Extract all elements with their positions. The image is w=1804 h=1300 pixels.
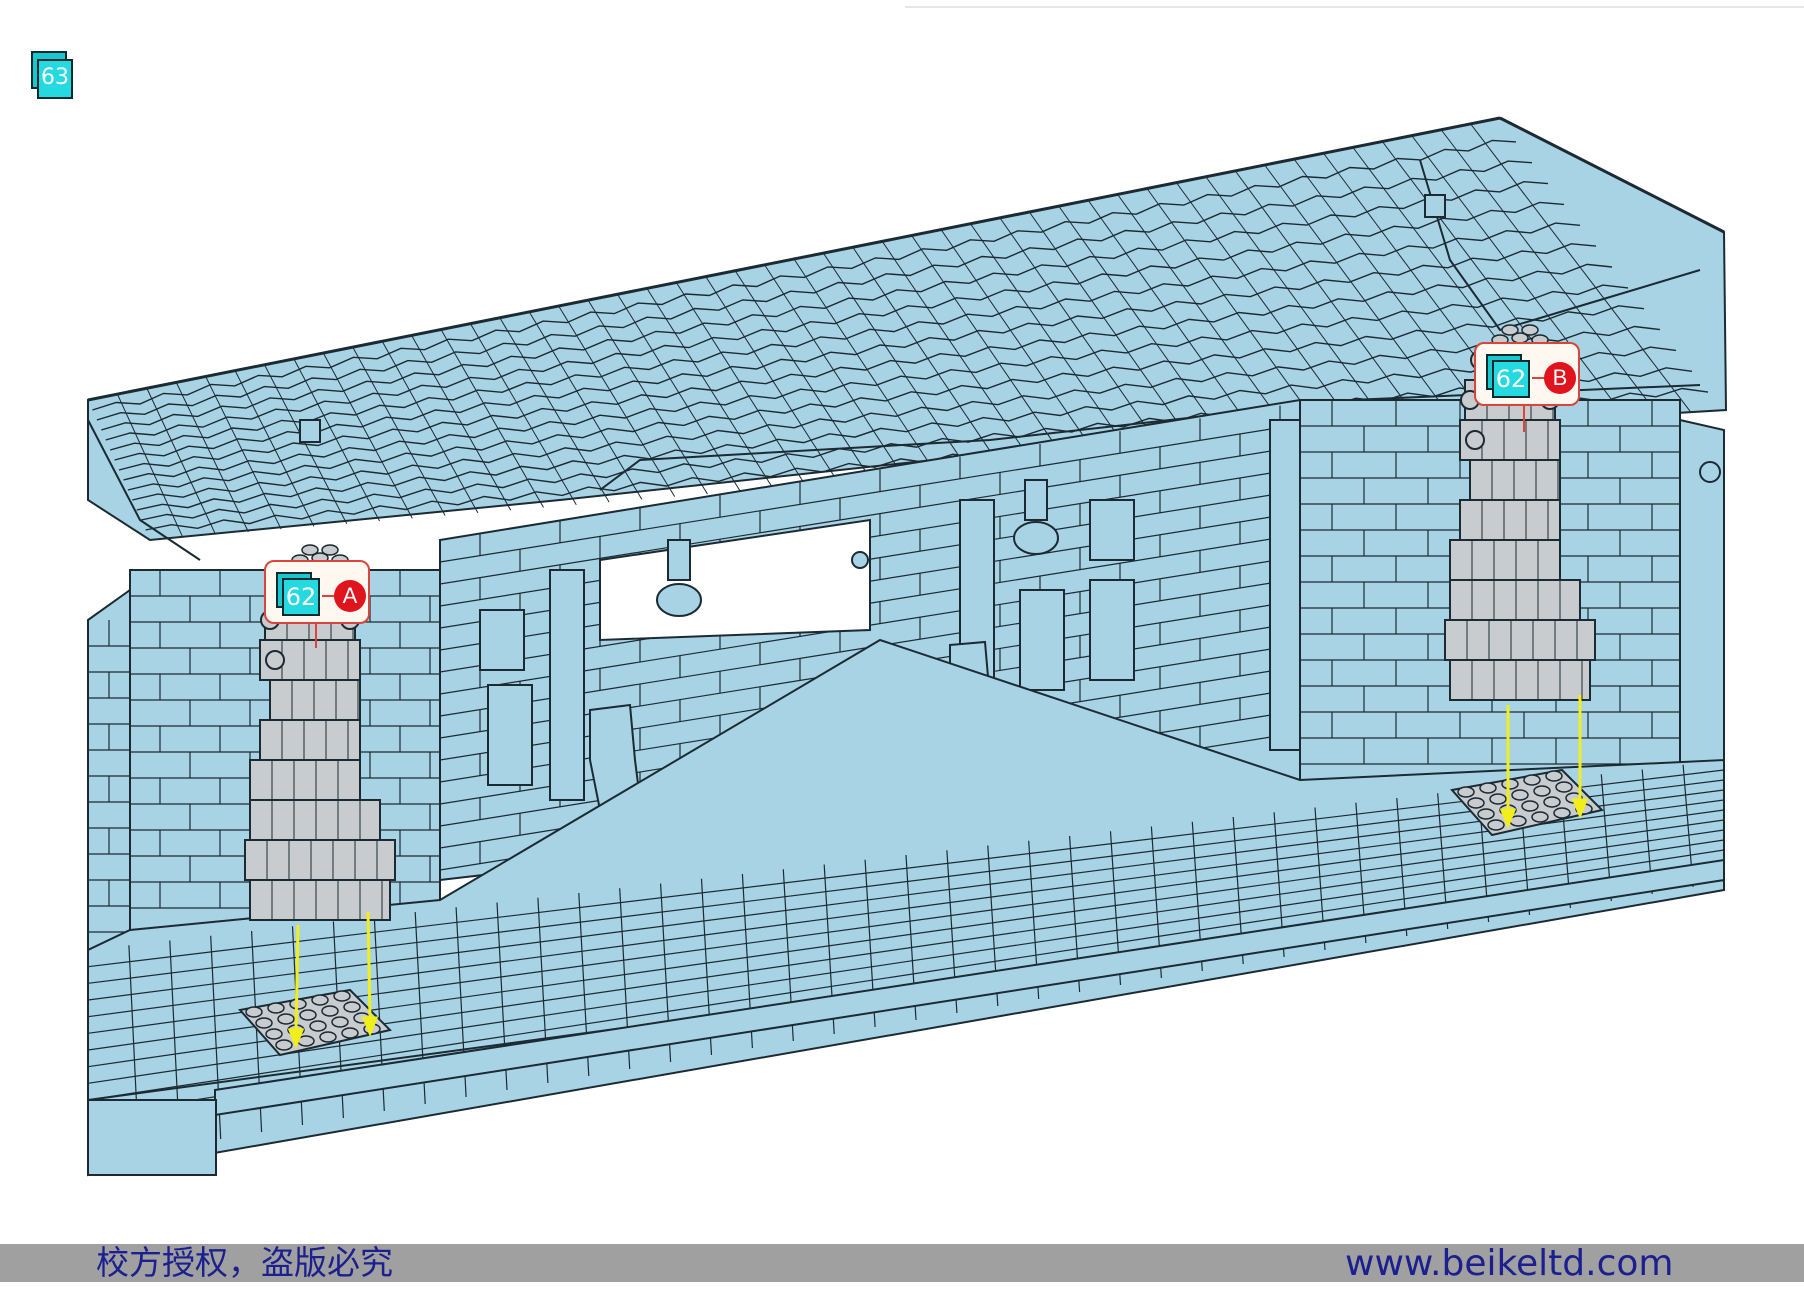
step-badge: 63 [38,60,72,98]
sub-step-badge-b: 62 [1486,354,1532,400]
arrow-a-right [366,911,372,1019]
sub-step-number-a: 62 [282,578,320,616]
callout-a: 62 A [264,560,370,624]
building-model-illustration [31,6,1804,1177]
footer-copyright-notice: 校方授权，盗版必究 [96,1243,393,1282]
step-number: 63 [41,65,69,90]
sub-step-badge-a: 62 [276,572,322,618]
arrow-a-left [294,924,300,1031]
callout-a-letter: A [334,580,366,612]
footer-website: www.beikeltd.com [1345,1243,1674,1284]
sub-step-number-b: 62 [1492,360,1530,398]
callout-b-letter: B [1544,362,1576,394]
callout-b: 62 B [1474,342,1580,406]
